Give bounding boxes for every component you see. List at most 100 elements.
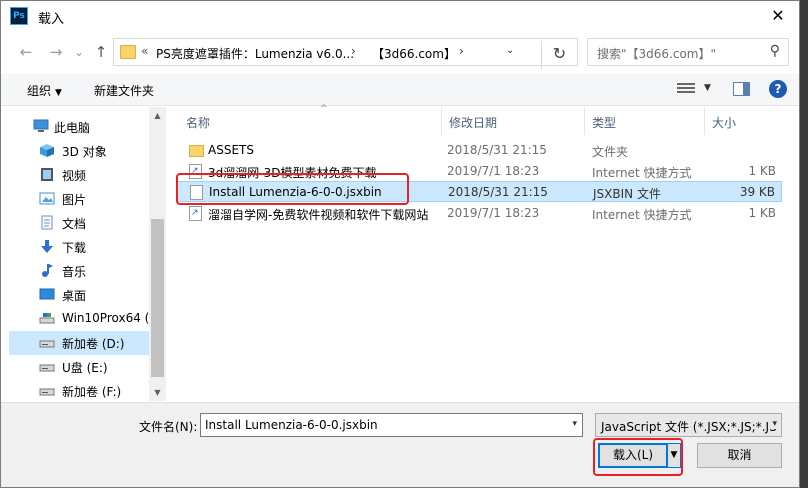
internet-shortcut-icon (189, 206, 202, 221)
back-button[interactable]: ← (15, 40, 37, 64)
view-options-chevron-icon[interactable]: ▼ (704, 83, 711, 93)
file-icon (190, 185, 203, 200)
sidebar-item-label: 文档 (62, 217, 87, 231)
help-icon[interactable]: ? (769, 80, 787, 98)
column-header-label: 修改日期 (449, 116, 498, 130)
up-button[interactable]: ↑ (90, 40, 112, 64)
file-date: 2019/7/1 18:23 (447, 206, 540, 220)
drive-icon (39, 335, 55, 350)
scrollbar-thumb[interactable] (151, 219, 164, 377)
usb-drive-icon (39, 359, 55, 374)
title-bar: Ps 载入 ✕ (1, 1, 799, 32)
background-app-strip (800, 0, 808, 488)
sidebar-item-label: 新加卷 (F:) (62, 385, 122, 399)
pictures-icon (39, 191, 55, 206)
column-divider[interactable] (441, 107, 442, 135)
sidebar-item-videos[interactable]: 视频 (9, 163, 149, 187)
chevron-down-icon[interactable]: ▾ (572, 419, 577, 429)
file-type: Internet 快捷方式 (592, 166, 692, 180)
chevron-down-icon[interactable]: ▾ (769, 419, 777, 429)
3d-objects-icon (39, 143, 55, 158)
sidebar-item-label: 图片 (62, 193, 87, 207)
sidebar-item-downloads[interactable]: 下载 (9, 235, 149, 259)
file-name: 3d溜溜网-3D模型素材免费下载 (208, 166, 377, 180)
address-overflow-icon[interactable]: « (141, 44, 148, 58)
chevron-down-icon: ▼ (55, 88, 62, 98)
refresh-button[interactable]: ↻ (541, 41, 577, 69)
column-header-date[interactable]: 修改日期 (443, 107, 585, 135)
organize-menu[interactable]: 组织 ▼ (27, 82, 62, 99)
file-size: 1 KB (748, 206, 776, 220)
view-list-icon[interactable] (677, 83, 695, 96)
file-type-filter-value: JavaScript 文件 (*.JSX;*.JS;*.JS (601, 420, 777, 434)
file-type-filter[interactable]: JavaScript 文件 (*.JSX;*.JS;*.JS ▾ (595, 413, 782, 437)
column-header-name[interactable]: ^ 名称 (180, 104, 443, 135)
sidebar-item-pictures[interactable]: 图片 (9, 187, 149, 211)
scroll-down-icon[interactable]: ▼ (149, 384, 166, 401)
sidebar-item-label: 桌面 (62, 289, 87, 303)
file-name: Install Lumenzia-6-0-0.jsxbin (209, 185, 382, 199)
file-list: ^ 名称 修改日期 类型 大小 ASSETS 2018/5/31 21:15 文… (167, 104, 799, 401)
address-dropdown-icon[interactable]: ⌄ (506, 45, 514, 56)
forward-button[interactable]: → (45, 40, 67, 64)
scroll-up-icon[interactable]: ▲ (149, 107, 166, 124)
column-header-size[interactable]: 大小 (706, 107, 786, 135)
close-button[interactable]: ✕ (755, 1, 799, 32)
drive-icon (39, 383, 55, 398)
file-size: 39 KB (739, 185, 775, 199)
sidebar-item-drive-f[interactable]: 新加卷 (F:) (9, 379, 149, 403)
documents-icon (39, 215, 55, 230)
file-row-assets[interactable]: ASSETS 2018/5/31 21:15 文件夹 (177, 140, 782, 161)
organize-label: 组织 (27, 84, 52, 98)
preview-pane-icon[interactable] (733, 82, 750, 96)
desktop-icon (39, 287, 55, 302)
load-options-chevron-icon[interactable]: ▼ (668, 443, 681, 468)
cancel-button[interactable]: 取消 (697, 443, 782, 468)
breadcrumb-chevron-icon[interactable]: › (351, 44, 356, 58)
command-bar: 组织 ▼ 新建文件夹 ▼ ? (1, 74, 799, 106)
sidebar-item-documents[interactable]: 文档 (9, 211, 149, 235)
column-header-type[interactable]: 类型 (586, 107, 704, 135)
file-row-shortcut-zixue[interactable]: 溜溜自学网-免费软件视频和软件下载网站 2019/7/1 18:23 Inter… (177, 203, 782, 224)
filename-value[interactable]: Install Lumenzia-6-0-0.jsxbin (205, 418, 378, 432)
sidebar-item-drive-c[interactable]: Win10Prox64 (C (9, 307, 158, 331)
file-type: Internet 快捷方式 (592, 208, 692, 222)
address-bar[interactable]: « PS亮度遮罩插件：Lumenzia v6.0... › 【3d66.com】… (113, 38, 578, 69)
internet-shortcut-icon (189, 164, 202, 179)
search-input[interactable]: 搜索"【3d66.com】" (597, 45, 716, 62)
window-title: 载入 (38, 12, 65, 27)
filename-label: 文件名(N): (139, 420, 198, 434)
load-dialog: Ps 载入 ✕ ← → ⌄ ↑ « PS亮度遮罩插件：Lumenzia v6.0… (0, 0, 800, 488)
photoshop-icon: Ps (10, 7, 28, 25)
sort-ascending-icon: ^ (320, 104, 328, 114)
sidebar-item-this-pc[interactable]: 此电脑 (9, 115, 149, 139)
file-date: 2018/5/31 21:15 (448, 185, 548, 199)
search-box[interactable]: 搜索"【3d66.com】" ⚲ (587, 38, 789, 66)
sidebar-item-desktop[interactable]: 桌面 (9, 283, 149, 307)
sidebar-item-drive-d[interactable]: 新加卷 (D:) (9, 331, 149, 355)
navigation-bar: ← → ⌄ ↑ « PS亮度遮罩插件：Lumenzia v6.0... › 【3… (1, 36, 799, 69)
dialog-footer: 文件名(N): Install Lumenzia-6-0-0.jsxbin ▾ … (1, 402, 799, 487)
column-divider[interactable] (704, 107, 705, 135)
breadcrumb-item[interactable]: 【3d66.com】 (372, 45, 456, 62)
file-size: 1 KB (748, 164, 776, 178)
folder-icon (189, 145, 204, 157)
sidebar-item-3d-objects[interactable]: 3D 对象 (9, 139, 149, 163)
load-button[interactable]: 载入(L) (598, 443, 668, 468)
file-row-shortcut-3d66[interactable]: 3d溜溜网-3D模型素材免费下载 2019/7/1 18:23 Internet… (177, 161, 782, 182)
breadcrumb-chevron-icon[interactable]: › (459, 44, 464, 58)
search-icon[interactable]: ⚲ (770, 43, 780, 59)
recent-locations-button[interactable]: ⌄ (68, 40, 90, 64)
breadcrumb-item[interactable]: PS亮度遮罩插件：Lumenzia v6.0... (156, 45, 354, 62)
new-folder-button[interactable]: 新建文件夹 (94, 82, 154, 99)
column-divider[interactable] (584, 107, 585, 135)
sidebar-item-label: Win10Prox64 (C (62, 311, 158, 325)
file-type: JSXBIN 文件 (593, 187, 661, 201)
filename-field[interactable]: Install Lumenzia-6-0-0.jsxbin ▾ (200, 413, 583, 437)
file-row-install-lumenzia[interactable]: Install Lumenzia-6-0-0.jsxbin 2018/5/31 … (177, 181, 782, 202)
sidebar-item-label: 新加卷 (D:) (62, 337, 125, 351)
sidebar-item-music[interactable]: 音乐 (9, 259, 149, 283)
sidebar-item-drive-e[interactable]: U盘 (E:) (9, 355, 149, 379)
column-header-label: 类型 (592, 116, 617, 130)
sidebar-scrollbar[interactable]: ▲ ▼ (149, 107, 166, 401)
